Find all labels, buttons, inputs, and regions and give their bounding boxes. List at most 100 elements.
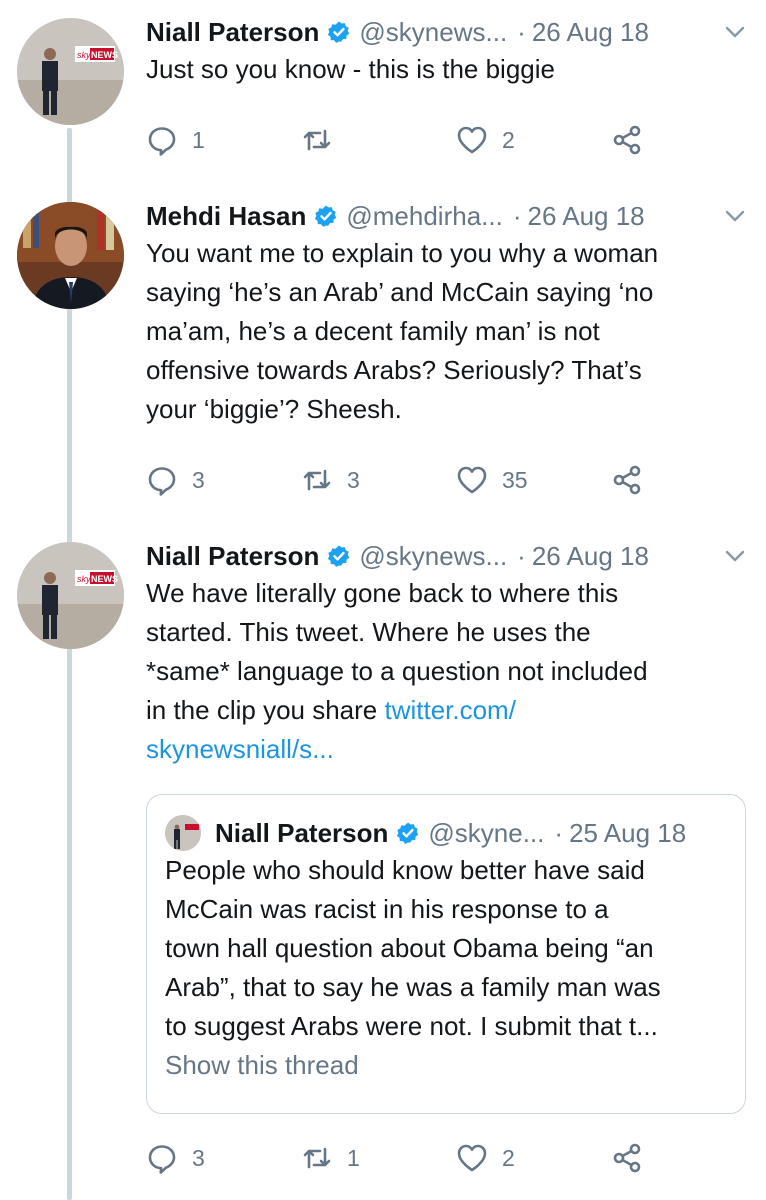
separator-dot: ·	[512, 200, 522, 231]
tweet-link[interactable]: twitter.com/	[384, 695, 515, 725]
tweet-text-line: We have literally gone back to where thi…	[146, 578, 619, 608]
quoted-tweet-header: Niall Paterson @skyne... · 25 Aug 18	[165, 813, 686, 853]
verified-badge-icon	[328, 21, 350, 43]
share-icon	[613, 125, 641, 155]
like-button[interactable]: 2	[456, 1138, 515, 1178]
display-name: Niall Paterson	[215, 817, 389, 848]
svg-text:NEWS: NEWS	[91, 574, 118, 584]
tweet-text-line: You want me to explain to you why a woma…	[146, 238, 659, 268]
user-handle[interactable]: @skynews...	[359, 17, 507, 48]
reply-button[interactable]: 3	[146, 460, 205, 500]
tweet-text: You want me to explain to you why a woma…	[146, 234, 740, 429]
reply-icon	[148, 467, 176, 496]
tweet-date[interactable]: 26 Aug 18	[532, 17, 649, 48]
tweet-date[interactable]: 26 Aug 18	[528, 201, 645, 232]
reply-button[interactable]: 3	[146, 1138, 205, 1178]
quoted-text-line: to suggest Arabs were not. I submit that…	[165, 1011, 658, 1041]
user-handle[interactable]: @skynews...	[359, 541, 507, 572]
tweet-text-line: *same* language to a question not includ…	[146, 656, 648, 686]
reply-button[interactable]: 1	[146, 120, 205, 160]
reply-count: 1	[192, 126, 205, 153]
show-this-thread-link[interactable]: Show this thread	[165, 1046, 725, 1085]
verified-badge-icon	[328, 545, 350, 567]
quoted-text-line: McCain was racist in his response to a	[165, 894, 609, 924]
tweet-actions: 3 3 35	[146, 460, 666, 500]
separator-dot: ·	[517, 16, 526, 47]
avatar-image	[165, 815, 201, 851]
share-icon	[613, 465, 641, 495]
quoted-text-line: People who should know better have said	[165, 855, 645, 885]
like-button[interactable]: 35	[456, 460, 528, 500]
reply-count: 3	[192, 466, 205, 493]
retweet-icon	[303, 1147, 331, 1169]
tweet-3[interactable]: sky NEWS Niall Paterson @skynews... · 26…	[0, 536, 766, 1200]
tweet-actions: 3 1 2	[146, 1138, 666, 1178]
verified-badge-icon	[315, 205, 337, 227]
retweet-button[interactable]: 3	[301, 460, 360, 500]
user-handle[interactable]: @mehdirha...	[346, 201, 502, 232]
svg-text:sky: sky	[77, 50, 91, 60]
tweet-text: Just so you know - this is the biggie	[146, 50, 740, 89]
avatar-image: sky NEWS	[17, 542, 124, 649]
avatar-mehdi-hasan[interactable]	[17, 202, 124, 309]
tweet-text-line: in the clip you share twitter.com/	[146, 691, 740, 730]
display-name[interactable]: Niall Paterson	[146, 541, 319, 572]
like-count: 2	[502, 1144, 515, 1171]
chevron-down-icon[interactable]	[724, 24, 746, 40]
tweet-text-line: saying ‘he’s an Arab’ and McCain saying …	[146, 277, 654, 307]
quoted-tweet-card[interactable]: Niall Paterson @skyne... · 25 Aug 18 Peo…	[146, 794, 746, 1114]
avatar-niall-paterson[interactable]: sky NEWS	[17, 542, 124, 649]
tweet-text-line: ma’am, he’s a decent family man’ is not	[146, 316, 600, 346]
tweet-text-line: started. This tweet. Where he uses the	[146, 617, 591, 647]
tweet-header: Niall Paterson @skynews... · 26 Aug 18	[146, 536, 746, 576]
share-button[interactable]	[611, 460, 643, 500]
retweet-button[interactable]	[301, 120, 347, 160]
tweet-header: Mehdi Hasan @mehdirha... · 26 Aug 18	[146, 196, 746, 236]
tweet-text-content: Just so you know - this is the biggie	[146, 54, 555, 84]
tweet-actions: 1 2	[146, 120, 666, 160]
retweet-button[interactable]: 1	[301, 1138, 360, 1178]
share-button[interactable]	[611, 120, 643, 160]
verified-badge-icon	[397, 822, 419, 844]
quoted-tweet-text: People who should know better have said …	[165, 851, 725, 1085]
display-name[interactable]: Niall Paterson	[146, 17, 319, 48]
display-name[interactable]: Mehdi Hasan	[146, 201, 306, 232]
separator-dot: ·	[554, 817, 564, 848]
reply-count: 3	[192, 1144, 205, 1171]
like-count: 35	[502, 466, 528, 493]
quoted-text-line: Arab”, that to say he was a family man w…	[165, 972, 661, 1002]
tweet-text-fragment: in the clip you share	[146, 695, 385, 725]
quoted-avatar	[165, 815, 201, 851]
chevron-down-icon[interactable]	[724, 208, 746, 224]
svg-text:NEWS: NEWS	[91, 50, 118, 60]
retweet-icon	[303, 469, 331, 491]
tweet-text-line: your ‘biggie’? Sheesh.	[146, 394, 402, 424]
like-icon	[457, 126, 487, 154]
like-button[interactable]: 2	[456, 120, 515, 160]
share-button[interactable]	[611, 1138, 643, 1178]
tweet-1[interactable]: sky NEWS Niall Paterson @skynews... · 26…	[0, 12, 766, 172]
retweet-icon	[303, 129, 331, 151]
chevron-down-icon[interactable]	[724, 548, 746, 564]
avatar-niall-paterson[interactable]: sky NEWS	[17, 18, 124, 125]
svg-text:sky: sky	[77, 574, 91, 584]
tweet-text-line: skynewsniall/s...	[146, 730, 740, 769]
tweet-link-continued[interactable]: skynewsniall/s...	[146, 734, 334, 764]
user-handle: @skyne...	[428, 817, 545, 848]
retweet-count: 1	[347, 1144, 360, 1171]
reply-icon	[148, 1145, 176, 1174]
avatar-image: sky NEWS	[17, 18, 124, 125]
tweet-text-line: offensive towards Arabs? Seriously? That…	[146, 355, 642, 385]
tweet-date: 25 Aug 18	[569, 817, 687, 848]
avatar-image	[17, 202, 124, 309]
like-icon	[457, 1144, 487, 1172]
tweet-2[interactable]: Mehdi Hasan @mehdirha... · 26 Aug 18 You…	[0, 196, 766, 516]
reply-icon	[148, 127, 176, 156]
tweet-date[interactable]: 26 Aug 18	[532, 541, 649, 572]
share-icon	[613, 1143, 641, 1173]
like-icon	[457, 466, 487, 494]
separator-dot: ·	[517, 540, 526, 571]
retweet-count: 3	[347, 466, 360, 493]
like-count: 2	[502, 126, 515, 153]
quoted-text-line: town hall question about Obama being “an	[165, 933, 654, 963]
